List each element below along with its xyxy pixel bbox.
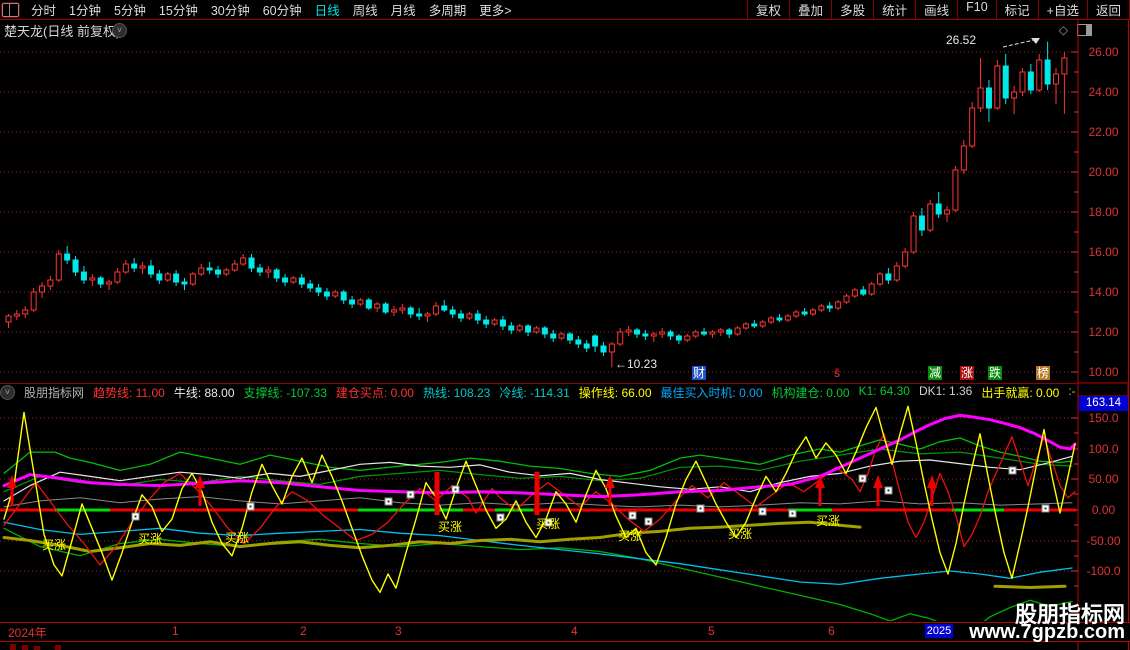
watermark-url: www.7gpzb.com: [969, 621, 1125, 643]
indicator-item: 牛线: 88.00: [173, 386, 235, 400]
trading-app-window: 分时 1分钟 5分钟 15分钟 30分钟 60分钟 日线 周线 月线 多周期 更多> 复权 叠加 多股统…: [0, 0, 1130, 650]
buy-signal-label: 买涨: [536, 517, 561, 531]
collapse-chevron-icon[interactable]: ˅: [0, 385, 15, 400]
time-axis[interactable]: [0, 622, 1130, 642]
indicator-item: 热线: 108.23: [422, 386, 491, 400]
price-axis-label-10.00: 10.00: [1088, 365, 1119, 379]
time-axis-month-1: 1: [172, 624, 179, 638]
event-badge-减: 减: [928, 366, 943, 380]
buy-signal-label: 买涨: [438, 520, 463, 534]
price-axis-label-14.00: 14.00: [1088, 285, 1119, 299]
buy-signal-label: 买涨: [816, 514, 841, 528]
indicator-item: K1: 64.30: [858, 385, 910, 398]
indicator-series-green-upper-band: [3, 437, 1073, 478]
indicator-axis-label-50.00: 50.00: [1088, 472, 1119, 486]
event-badge-跌: 跌: [988, 366, 1003, 380]
time-axis-month-2: 2: [300, 624, 307, 638]
price-axis-label-18.00: 18.00: [1088, 205, 1119, 219]
indicator-site-label: 股朋指标网: [24, 386, 85, 400]
time-axis-month-4: 4: [571, 624, 578, 638]
indicator-series-olive-thick-right: [993, 584, 1067, 589]
price-axis-label-26.00: 26.00: [1088, 45, 1119, 59]
indicator-item: 冷线: -114.31: [499, 386, 570, 400]
chart-canvas[interactable]: [0, 0, 1130, 650]
time-axis-month-5: 5: [708, 624, 715, 638]
indicator-item: 最佳买入时机: 0.00: [660, 386, 763, 400]
price-axis-label-12.00: 12.00: [1088, 325, 1119, 339]
buy-signal-label: 买涨: [138, 532, 163, 546]
high-price-annotation: 26.52: [946, 33, 977, 47]
indicator-axis-label--50.00: -50.00: [1086, 534, 1121, 548]
buy-signal-label: 买涨: [618, 529, 643, 543]
event-badge-涨: 涨: [960, 366, 975, 380]
time-axis-month-6: 6: [828, 624, 835, 638]
event-badge-财: 财: [692, 366, 707, 380]
indicator-item: DK1: 1.36: [918, 385, 973, 398]
indicator-item: :-114.31: [1068, 385, 1076, 398]
indicator-item: 机构建仓: 0.00: [771, 386, 850, 400]
indicator-axis-label--100.0: -100.0: [1086, 564, 1121, 578]
time-axis-month-3: 3: [395, 624, 402, 638]
event-badge-榜: 榜: [1036, 366, 1051, 380]
buy-signal-label: 买涨: [225, 531, 250, 545]
indicator-axis-label-0.00: 0.00: [1091, 503, 1116, 517]
indicator-item: 建仓买点: 0.00: [335, 386, 414, 400]
year-2025-box: 2025: [925, 624, 953, 638]
indicator-values: 趋势线: 11.00 牛线: 88.00 支撑线: -107.33 建仓买点: 0.0…: [93, 385, 1076, 400]
indicator-item: 出手就赢: 0.00: [981, 386, 1060, 400]
time-axis-year-label: 2024年: [8, 626, 47, 640]
price-axis-label-22.00: 22.00: [1088, 125, 1119, 139]
indicator-header: ˅ 股朋指标网 趋势线: 11.00 牛线: 88.00 支撑线: -107.33 建…: [0, 385, 1076, 400]
indicator-axis-label-150.0: 150.0: [1088, 411, 1119, 425]
buy-signal-label: 买涨: [42, 538, 67, 552]
indicator-item: 操作线: 66.00: [578, 386, 652, 400]
buy-signal-label: 买涨: [728, 527, 753, 541]
indicator-item: 趋势线: 11.00: [93, 386, 165, 400]
indicator-last-value-box: 163.14: [1079, 396, 1128, 411]
indicator-axis-label-100.0: 100.0: [1088, 442, 1119, 456]
price-axis-label-16.00: 16.00: [1088, 245, 1119, 259]
indicator-item: 支撑线: -107.33: [243, 386, 327, 400]
event-badge-ŝ: ŝ: [834, 366, 840, 380]
price-axis-label-24.00: 24.00: [1088, 85, 1119, 99]
price-axis-label-20.00: 20.00: [1088, 165, 1119, 179]
low-price-annotation: ←10.23: [615, 357, 658, 371]
